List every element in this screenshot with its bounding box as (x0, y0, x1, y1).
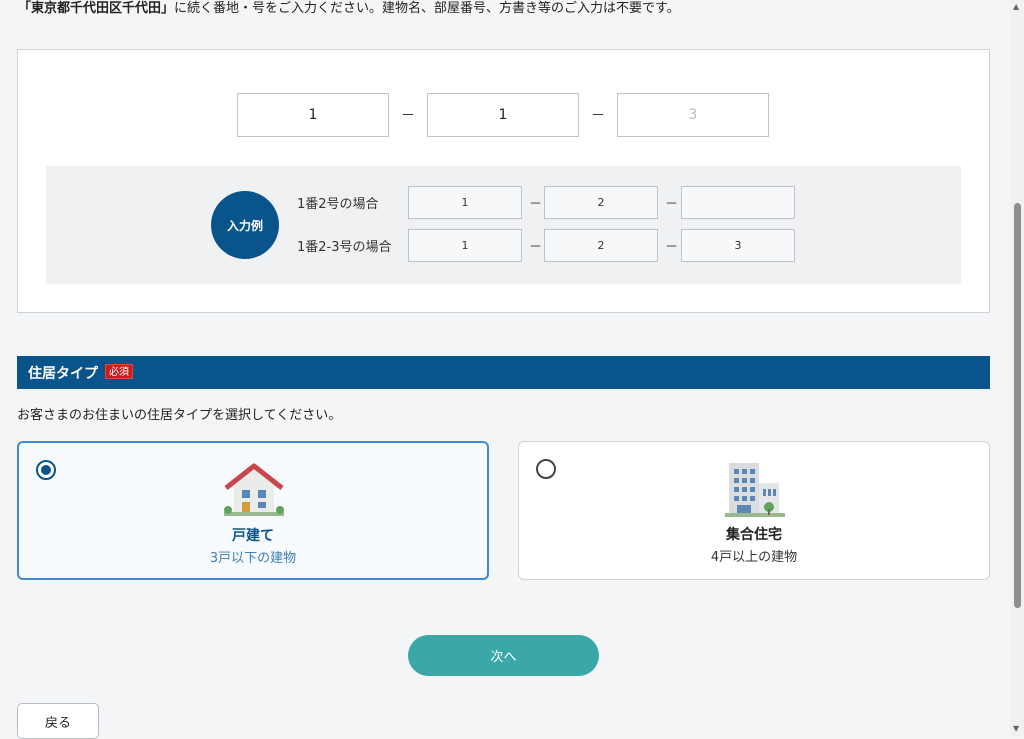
example-box: 1 (408, 186, 522, 219)
scroll-down-arrow-icon[interactable]: ▼ (1013, 724, 1019, 733)
section-title: 住居タイプ (28, 366, 98, 382)
scroll-up-arrow-icon[interactable]: ▲ (1013, 2, 1019, 11)
example-dash: － (529, 197, 543, 212)
house-icon (224, 463, 284, 516)
scrollbar-thumb[interactable] (1014, 203, 1021, 608)
address-input-card: － － 入力例 1番2号の場合 1 － 2 － 1番2-3号の場合 1 － 2 … (17, 49, 990, 313)
example-box: 1 (408, 229, 522, 262)
required-badge: 必須 (105, 364, 133, 379)
residence-option-apartment[interactable]: 集合住宅 4戸以上の建物 (518, 441, 990, 580)
banchi-input-2[interactable] (427, 93, 579, 137)
example-label-2: 1番2-3号の場合 (297, 240, 392, 255)
separator-dash: － (591, 108, 605, 124)
residence-option-detached[interactable]: 戸建て 3戸以下の建物 (17, 441, 489, 580)
example-dash: － (665, 240, 679, 255)
radio-unselected[interactable] (536, 459, 556, 479)
address-instruction: 「東京都千代田区千代田」に続く番地・号をご入力ください。建物名、部屋番号、方書き… (18, 0, 680, 18)
example-box: 2 (544, 186, 658, 219)
example-box: 2 (544, 229, 658, 262)
back-button[interactable]: 戻る (17, 703, 99, 739)
example-dash: － (665, 197, 679, 212)
vertical-scrollbar[interactable]: ▲ ▼ (1010, 0, 1024, 737)
example-dash: － (529, 240, 543, 255)
separator-dash: － (401, 108, 415, 124)
option-name: 集合住宅 (726, 527, 782, 543)
example-label-1: 1番2号の場合 (297, 197, 379, 212)
go-input[interactable] (617, 93, 769, 137)
option-subtext: 3戸以下の建物 (209, 551, 297, 566)
banchi-input-1[interactable] (237, 93, 389, 137)
example-box: 3 (681, 229, 795, 262)
residence-type-header: 住居タイプ 必須 (17, 356, 990, 389)
apartment-building-icon (725, 463, 785, 517)
instruction-text: に続く番地・号をご入力ください。建物名、部屋番号、方書き等のご入力は不要です。 (174, 1, 680, 16)
option-name: 戸建て (232, 528, 274, 544)
option-subtext: 4戸以上の建物 (710, 550, 798, 565)
example-badge: 入力例 (211, 191, 279, 259)
next-button[interactable]: 次へ (408, 635, 599, 676)
radio-selected[interactable] (36, 460, 56, 480)
address-prefix: 「東京都千代田区千代田」 (18, 1, 175, 16)
residence-type-description: お客さまのお住まいの住居タイプを選択してください。 (17, 408, 342, 423)
example-box (681, 186, 795, 219)
input-example-panel: 入力例 1番2号の場合 1 － 2 － 1番2-3号の場合 1 － 2 － 3 (46, 166, 961, 284)
